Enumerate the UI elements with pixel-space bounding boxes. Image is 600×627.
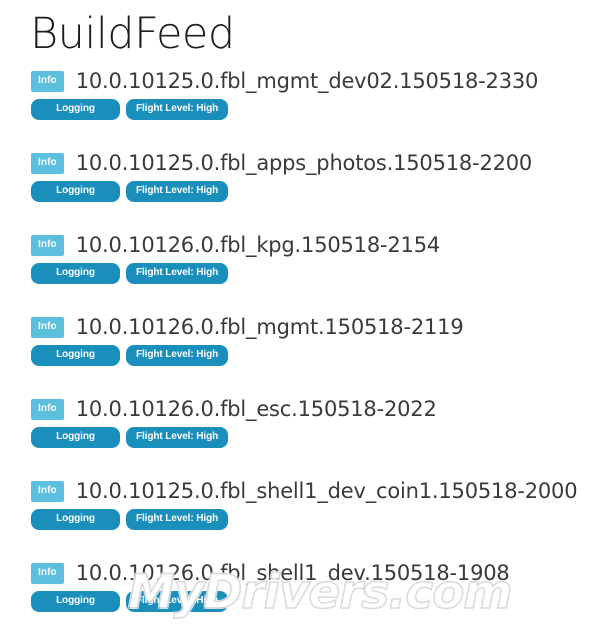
build-string-link[interactable]: 10.0.10125.0.fbl_shell1_dev_coin1.150518… xyxy=(76,478,578,504)
flight-level-tag[interactable]: Flight Level: High xyxy=(126,99,229,120)
build-tags: Logging Flight Level: High xyxy=(0,263,600,284)
build-string-link[interactable]: 10.0.10125.0.fbl_apps_photos.150518-2200 xyxy=(76,150,533,176)
buildfeed-page: BuildFeed Info 10.0.10125.0.fbl_mgmt_dev… xyxy=(0,0,600,627)
build-string-link[interactable]: 10.0.10126.0.fbl_kpg.150518-2154 xyxy=(76,232,440,258)
build-list-item[interactable]: Info 10.0.10125.0.fbl_apps_photos.150518… xyxy=(0,148,600,230)
build-tags: Logging Flight Level: High xyxy=(0,99,600,120)
build-list-item[interactable]: Info 10.0.10125.0.fbl_mgmt_dev02.150518-… xyxy=(0,66,600,148)
build-string-link[interactable]: 10.0.10126.0.fbl_mgmt.150518-2119 xyxy=(76,314,464,340)
status-badge-info: Info xyxy=(31,234,64,256)
build-tags: Logging Flight Level: High xyxy=(0,181,600,202)
build-list-item[interactable]: Info 10.0.10126.0.fbl_mgmt.150518-2119 L… xyxy=(0,312,600,394)
build-header: Info 10.0.10126.0.fbl_mgmt.150518-2119 xyxy=(0,312,600,342)
build-list-item[interactable]: Info 10.0.10126.0.fbl_shell1_dev.150518-… xyxy=(0,558,600,627)
build-header: Info 10.0.10126.0.fbl_esc.150518-2022 xyxy=(0,394,600,424)
flight-level-tag[interactable]: Flight Level: High xyxy=(126,427,229,448)
build-header: Info 10.0.10125.0.fbl_apps_photos.150518… xyxy=(0,148,600,178)
flight-level-tag[interactable]: Flight Level: High xyxy=(126,263,229,284)
build-header: Info 10.0.10125.0.fbl_mgmt_dev02.150518-… xyxy=(0,66,600,96)
lab-tag[interactable]: Logging xyxy=(31,181,120,202)
build-tags: Logging Flight Level: High xyxy=(0,509,600,530)
lab-tag[interactable]: Logging xyxy=(31,591,120,612)
status-badge-info: Info xyxy=(31,152,64,174)
flight-level-tag[interactable]: Flight Level: High xyxy=(126,509,229,530)
lab-tag[interactable]: Logging xyxy=(31,99,120,120)
lab-tag[interactable]: Logging xyxy=(31,427,120,448)
build-header: Info 10.0.10125.0.fbl_shell1_dev_coin1.1… xyxy=(0,476,600,506)
build-list-item[interactable]: Info 10.0.10125.0.fbl_shell1_dev_coin1.1… xyxy=(0,476,600,558)
build-header: Info 10.0.10126.0.fbl_kpg.150518-2154 xyxy=(0,230,600,260)
status-badge-info: Info xyxy=(31,480,64,502)
build-string-link[interactable]: 10.0.10125.0.fbl_mgmt_dev02.150518-2330 xyxy=(76,68,539,94)
lab-tag[interactable]: Logging xyxy=(31,509,120,530)
build-list: Info 10.0.10125.0.fbl_mgmt_dev02.150518-… xyxy=(0,66,600,627)
page-title: BuildFeed xyxy=(30,9,235,59)
flight-level-tag[interactable]: Flight Level: High xyxy=(126,345,229,366)
build-string-link[interactable]: 10.0.10126.0.fbl_esc.150518-2022 xyxy=(76,396,437,422)
build-header: Info 10.0.10126.0.fbl_shell1_dev.150518-… xyxy=(0,558,600,588)
status-badge-info: Info xyxy=(31,316,64,338)
build-string-link[interactable]: 10.0.10126.0.fbl_shell1_dev.150518-1908 xyxy=(76,560,510,586)
status-badge-info: Info xyxy=(31,562,64,584)
status-badge-info: Info xyxy=(31,398,64,420)
flight-level-tag[interactable]: Flight Level: High xyxy=(126,591,229,612)
flight-level-tag[interactable]: Flight Level: High xyxy=(126,181,229,202)
lab-tag[interactable]: Logging xyxy=(31,263,120,284)
lab-tag[interactable]: Logging xyxy=(31,345,120,366)
build-list-item[interactable]: Info 10.0.10126.0.fbl_esc.150518-2022 Lo… xyxy=(0,394,600,476)
build-tags: Logging Flight Level: High xyxy=(0,345,600,366)
build-list-item[interactable]: Info 10.0.10126.0.fbl_kpg.150518-2154 Lo… xyxy=(0,230,600,312)
status-badge-info: Info xyxy=(31,70,64,92)
build-tags: Logging Flight Level: High xyxy=(0,591,600,612)
build-tags: Logging Flight Level: High xyxy=(0,427,600,448)
